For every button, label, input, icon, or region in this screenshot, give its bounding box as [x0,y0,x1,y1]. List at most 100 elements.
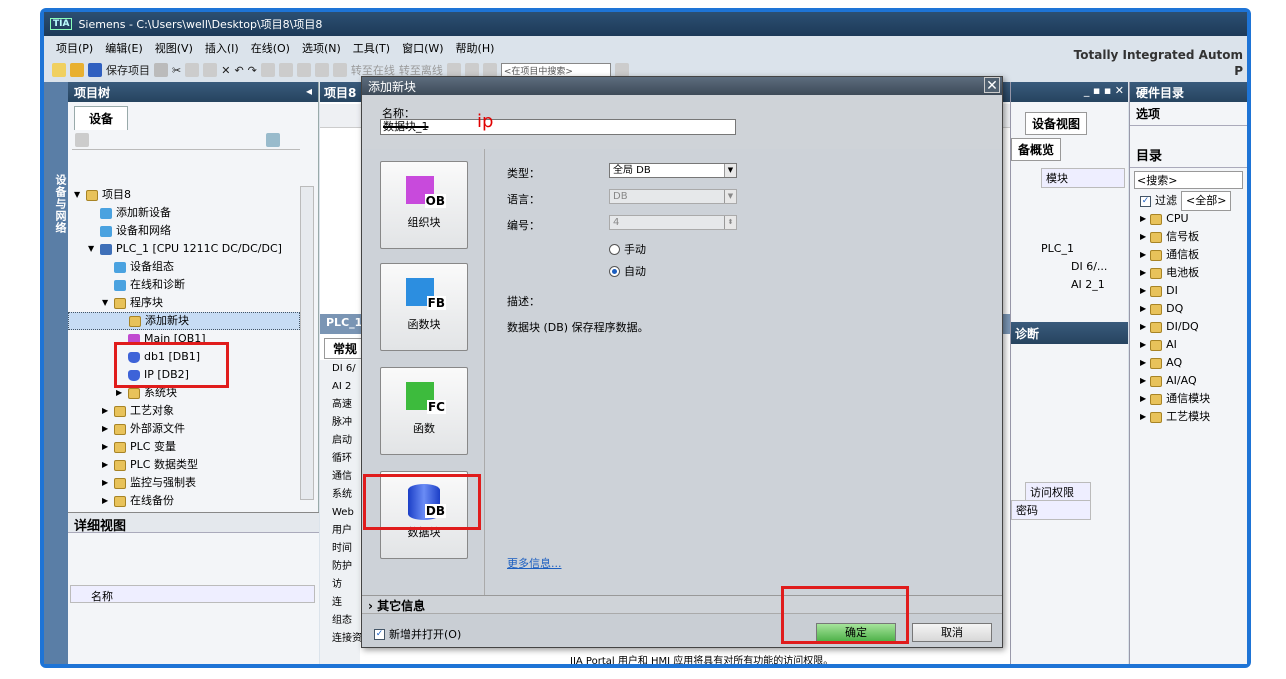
manual-radio-button[interactable] [609,243,620,255]
paste-icon[interactable] [203,63,218,77]
delete-icon[interactable]: ✕ [221,64,230,77]
more-info-link[interactable]: 更多信息... [507,555,562,571]
search-icon[interactable] [614,63,629,77]
catalog-item[interactable]: ▶ CPU [1130,210,1247,228]
module-column[interactable]: 模块 [1041,168,1125,188]
project-search-input[interactable]: <在项目中搜索> [500,63,611,77]
download-icon[interactable] [278,63,293,77]
menu-edit[interactable]: 编辑(E) [105,40,143,56]
expand-arrow-icon[interactable]: ▶ [102,420,110,438]
redo-icon[interactable]: ↷ [248,64,257,77]
auto-radio[interactable]: 自动 [609,263,646,279]
property-item[interactable]: 组态 [320,612,360,630]
catalog-item[interactable]: ▶ 电池板 [1130,264,1247,282]
auto-radio-button[interactable] [609,265,620,277]
property-item[interactable]: 脉冲 [320,414,360,432]
split-icon[interactable] [482,63,497,77]
menu-insert[interactable]: 插入(I) [205,40,239,56]
expand-arrow-icon[interactable]: ▶ [1140,408,1146,426]
menu-project[interactable]: 项目(P) [56,40,93,56]
add-open-checkbox[interactable]: ✓ [374,628,385,640]
tree-item[interactable]: ▼ 项目8 [68,186,300,204]
tree-item[interactable]: ▼ 程序块 [68,294,300,312]
property-item[interactable]: 用户 [320,522,360,540]
catalog-header[interactable]: 目录 [1130,142,1247,168]
menu-help[interactable]: 帮助(H) [456,40,495,56]
simulation-icon[interactable] [314,63,329,77]
tree-item[interactable]: ▼ PLC_1 [CPU 1211C DC/DC/DC] [68,240,300,258]
tree-item[interactable]: ▶ 监控与强制表 [68,474,300,492]
tree-item[interactable]: ▶ PLC 变量 [68,438,300,456]
expand-arrow-icon[interactable]: ▶ [1140,264,1146,282]
expand-arrow-icon[interactable]: ▼ [74,186,82,204]
tab-devices[interactable]: 设备 [74,106,129,130]
property-item[interactable]: 高速 [320,396,360,414]
expand-arrow-icon[interactable]: ▶ [1140,318,1146,336]
menu-options[interactable]: 选项(N) [302,40,341,56]
expand-arrow-icon[interactable]: ▶ [102,456,110,474]
property-item[interactable]: 访 [320,576,360,594]
close-icon[interactable]: ✕ [984,77,1000,94]
expand-arrow-icon[interactable]: ▶ [102,492,110,510]
expand-arrow-icon[interactable]: ▶ [1140,390,1146,408]
expand-arrow-icon[interactable]: ▶ [1140,210,1146,228]
property-item[interactable]: DI 6/ [320,360,360,378]
property-item[interactable]: 通信 [320,468,360,486]
catalog-item[interactable]: ▶ AQ [1130,354,1247,372]
detail-name-column[interactable]: 名称 [70,585,315,603]
property-item[interactable]: 时间 [320,540,360,558]
tree-item[interactable]: 添加新块 [68,312,300,330]
catalog-item[interactable]: ▶ DQ [1130,300,1247,318]
devices-networks-strip[interactable]: 设备与网络 [44,82,68,664]
expand-arrow-icon[interactable]: ▶ [1140,354,1146,372]
catalog-search-input[interactable]: <搜索> [1134,171,1243,189]
access-rights-column[interactable]: 访问权限 [1025,482,1091,502]
fb-block-button[interactable]: FB 函数块 [380,263,468,351]
device-overview-tab[interactable]: 备概览 [1011,138,1062,161]
expand-arrow-icon[interactable]: ▶ [1140,336,1146,354]
tree-item[interactable]: ▶ 外部源文件 [68,420,300,438]
expand-arrow-icon[interactable]: ▶ [1140,300,1146,318]
catalog-item[interactable]: ▶ 工艺模块 [1130,408,1247,426]
tree-toolbar-icon[interactable] [75,133,89,147]
menu-online[interactable]: 在线(O) [251,40,290,56]
options-header[interactable]: 选项 [1130,102,1247,126]
new-project-icon[interactable] [52,63,66,77]
expand-arrow-icon[interactable]: ▶ [1140,246,1146,264]
expand-arrow-icon[interactable]: ▼ [88,240,96,258]
diagnostics-tab[interactable]: 诊断 [1011,322,1128,344]
add-and-open-check[interactable]: ✓ 新增并打开(O) [374,626,461,642]
property-item[interactable]: 连接资源 [320,630,372,648]
cancel-button[interactable]: 取消 [912,623,992,642]
undo-icon[interactable]: ↶ [234,64,243,77]
cut-icon[interactable]: ✂ [172,64,181,77]
type-select[interactable]: 全局 DB ▼ [609,163,737,178]
fc-block-button[interactable]: FC 函数 [380,367,468,455]
expand-arrow-icon[interactable]: ▼ [102,294,110,312]
catalog-item[interactable]: ▶ AI/AQ [1130,372,1247,390]
expand-arrow-icon[interactable]: ▶ [1140,372,1146,390]
manual-radio[interactable]: 手动 [609,241,646,257]
accessible-devices-icon[interactable] [446,63,461,77]
menu-tools[interactable]: 工具(T) [353,40,390,56]
property-item[interactable]: 启动 [320,432,360,450]
tree-item[interactable]: ▶ 工艺对象 [68,402,300,420]
property-item[interactable]: 系统 [320,486,360,504]
password-column[interactable]: 密码 [1011,500,1091,520]
property-item[interactable]: 连 [320,594,360,612]
property-item[interactable]: Web [320,504,360,522]
save-project-button[interactable]: 保存项目 [106,62,150,78]
menu-window[interactable]: 窗口(W) [402,40,443,56]
menu-view[interactable]: 视图(V) [155,40,193,56]
filter-select[interactable]: <全部> [1181,191,1232,211]
expand-arrow-icon[interactable]: ▶ [102,438,110,456]
window-controls[interactable]: _ ▪ ▪ ✕ [1011,82,1128,102]
view-toggle-icon[interactable] [266,133,280,147]
catalog-item[interactable]: ▶ AI [1130,336,1247,354]
copy-icon[interactable] [185,63,200,77]
catalog-item[interactable]: ▶ 通信模块 [1130,390,1247,408]
open-project-icon[interactable] [70,63,84,77]
catalog-item[interactable]: ▶ DI [1130,282,1247,300]
tree-item[interactable]: 在线和诊断 [68,276,300,294]
tree-item[interactable]: ▶ 在线备份 [68,492,300,510]
